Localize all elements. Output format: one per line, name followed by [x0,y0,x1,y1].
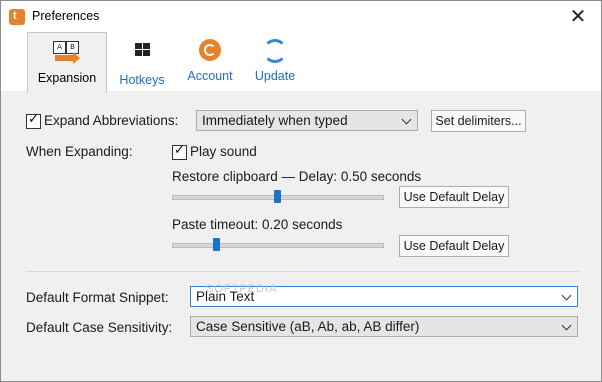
expand-mode-value: Immediately when typed [202,113,348,128]
watermark: SOFTPEDIA [206,283,278,295]
tab-bar: A B Expansion Hotkeys Account Update [1,31,601,93]
case-sensitivity-select[interactable]: Case Sensitive (aB, Ab, ab, AB differ) [190,316,578,337]
section-divider [26,271,579,272]
expand-abbreviations-checkbox[interactable] [26,112,41,129]
keyboard-icon [128,43,156,67]
app-logo-icon: t [9,9,25,25]
tab-account[interactable]: Account [181,31,239,91]
close-button[interactable]: ✕ [555,1,601,31]
tab-expansion-label: Expansion [37,71,97,85]
play-sound-label: Play sound [190,144,257,159]
paste-default-delay-button[interactable]: Use Default Delay [399,235,509,257]
tab-hotkeys[interactable]: Hotkeys [113,31,171,91]
tab-account-label: Account [187,69,233,83]
restore-clipboard-label: Restore clipboard — Delay: 0.50 seconds [172,169,422,184]
update-icon [261,39,289,63]
set-delimiters-button[interactable]: Set delimiters... [431,110,526,132]
account-icon [196,39,224,63]
paste-timeout-slider-track[interactable] [172,243,384,248]
chevron-down-icon [561,320,572,331]
window-title: Preferences [32,9,100,23]
play-sound-checkbox[interactable] [172,143,187,160]
case-sensitivity-label: Default Case Sensitivity: [26,320,173,335]
tab-expansion[interactable]: A B Expansion [27,32,107,93]
chevron-down-icon [561,290,572,301]
paste-timeout-label: Paste timeout: 0.20 seconds [172,217,343,232]
chevron-down-icon [401,114,412,125]
restore-default-delay-button[interactable]: Use Default Delay [399,186,509,208]
paste-timeout-slider-thumb[interactable] [213,238,220,251]
expand-abbreviations-label: Expand Abbreviations: [44,113,179,128]
tab-update[interactable]: Update [247,31,303,91]
case-sensitivity-value: Case Sensitive (aB, Ab, ab, AB differ) [196,319,420,334]
when-expanding-label: When Expanding: [26,144,133,159]
tab-hotkeys-label: Hotkeys [119,73,165,87]
expand-mode-select[interactable]: Immediately when typed [196,110,418,131]
default-format-label: Default Format Snippet: [26,290,169,305]
restore-delay-slider-thumb[interactable] [274,190,281,203]
title-bar: t Preferences ✕ [1,1,601,31]
tab-update-label: Update [254,69,296,83]
ab-expand-icon: A B [53,41,81,65]
preferences-window: t Preferences ✕ A B Expansion Hotkeys Ac… [0,0,602,382]
